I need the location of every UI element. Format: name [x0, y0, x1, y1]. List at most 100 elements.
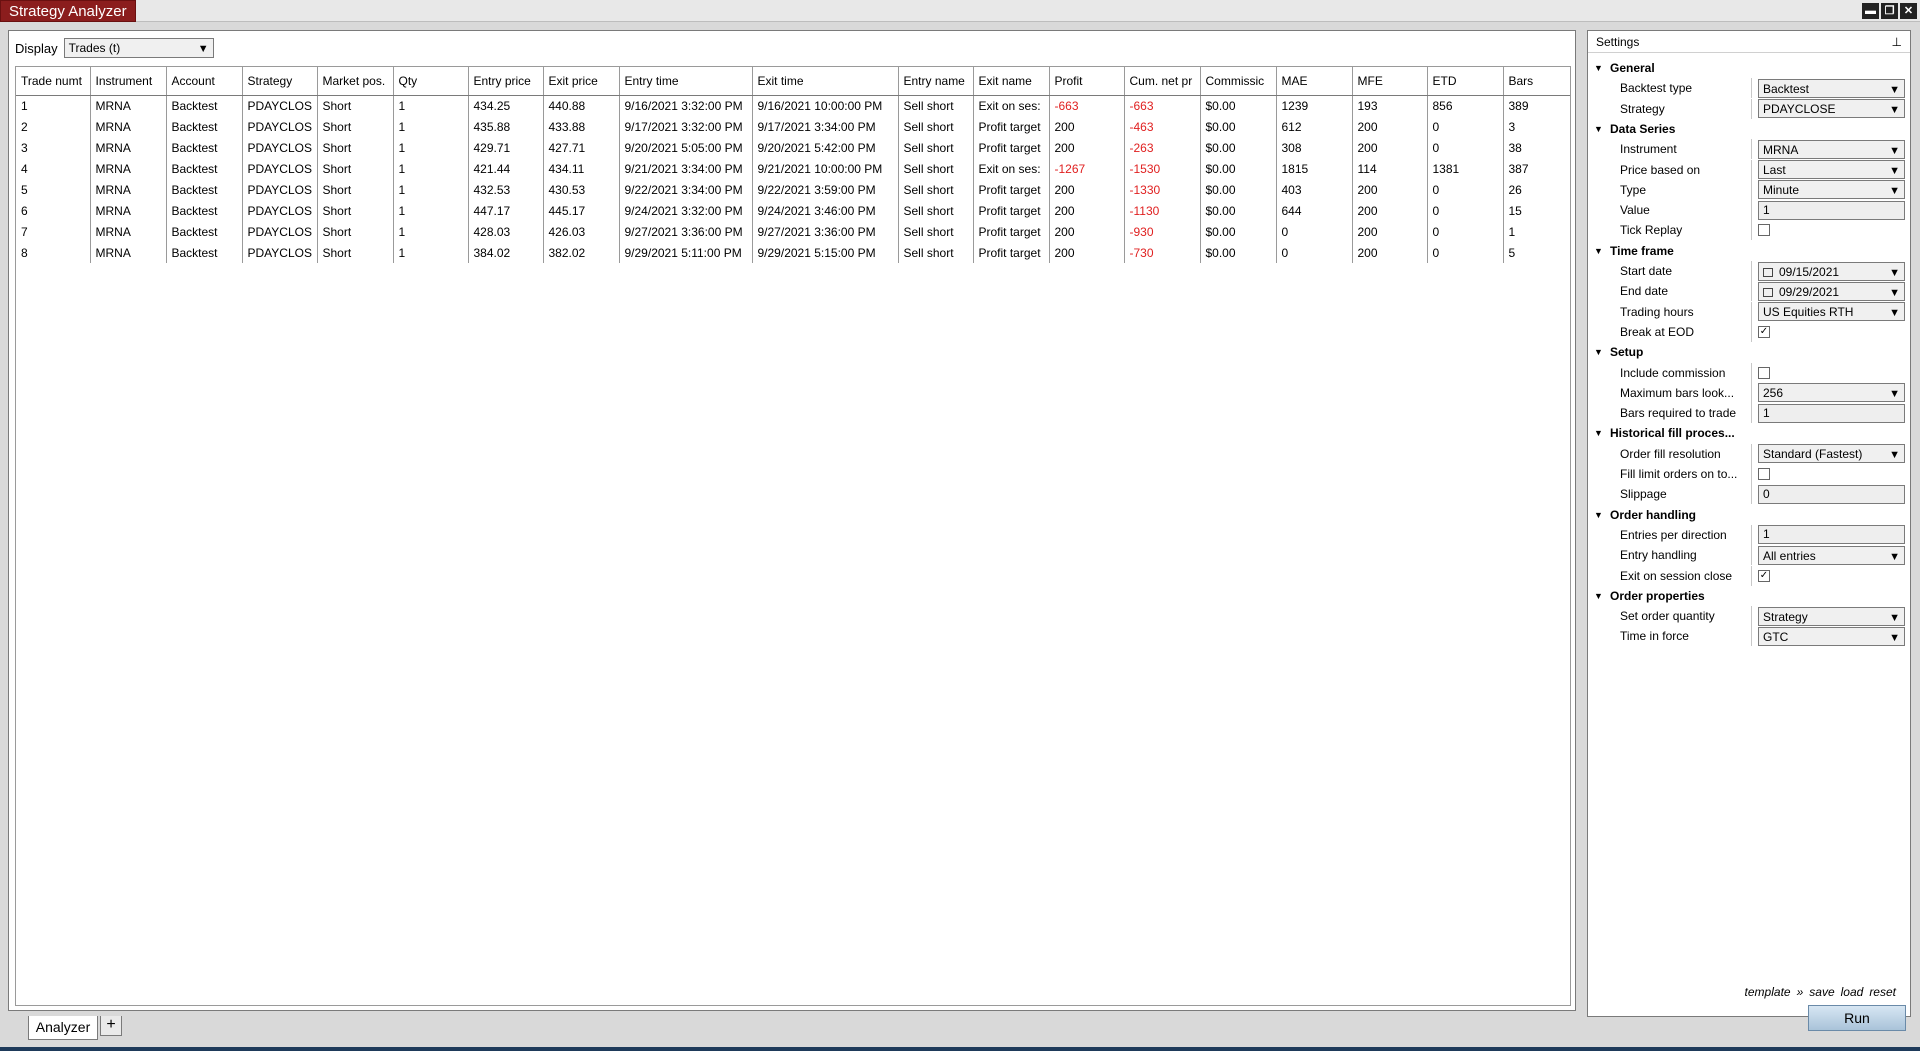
column-header[interactable]: Commissic [1200, 67, 1277, 96]
table-cell: 389 [1503, 95, 1570, 116]
column-header[interactable]: Exit name [973, 67, 1050, 96]
column-header[interactable]: Exit price [543, 67, 620, 96]
property-select[interactable]: Last ▼ [1758, 160, 1905, 179]
collapse-icon[interactable]: ▼ [1594, 246, 1610, 256]
table-row[interactable]: 7 MRNA Backtest PDAYCLOS Short 1 428.03 426.03 9… [16, 221, 1570, 242]
table-cell: 1381 [1427, 158, 1504, 179]
column-header[interactable]: Instrument [90, 67, 167, 96]
settings-section[interactable]: ▼ Order handling [1588, 505, 1910, 525]
reset-template-link[interactable]: reset [1869, 985, 1896, 999]
property-row: End date 09/29/2021 ▼ [1588, 281, 1910, 302]
table-row[interactable]: 8 MRNA Backtest PDAYCLOS Short 1 384.02 382.02 9… [16, 242, 1570, 263]
property-checkbox[interactable] [1758, 468, 1770, 480]
chevron-down-icon: ▼ [1889, 165, 1900, 177]
table-row[interactable]: 2 MRNA Backtest PDAYCLOS Short 1 435.88 433.88 9… [16, 116, 1570, 137]
column-header[interactable]: Market pos. [317, 67, 394, 96]
collapse-icon[interactable]: ▼ [1594, 124, 1610, 134]
pin-icon[interactable]: ⊥ [1892, 31, 1902, 53]
save-template-link[interactable]: save [1809, 985, 1834, 999]
run-button[interactable]: Run [1808, 1005, 1906, 1031]
load-template-link[interactable]: load [1841, 985, 1864, 999]
column-header[interactable]: Profit [1049, 67, 1125, 96]
collapse-icon[interactable]: ▼ [1594, 428, 1610, 438]
property-checkbox[interactable] [1758, 366, 1770, 379]
property-select[interactable]: Strategy ▼ [1758, 606, 1905, 626]
property-select[interactable]: PDAYCLOSE ▼ [1758, 99, 1905, 119]
collapse-icon[interactable]: ▼ [1594, 510, 1610, 520]
table-row[interactable]: 4 MRNA Backtest PDAYCLOS Short 1 421.44 434.11 9… [16, 158, 1570, 179]
column-header[interactable]: Account [166, 67, 243, 96]
property-value: Strategy [1763, 609, 1808, 624]
property-row: Entries per direction 1 [1588, 524, 1910, 545]
column-header[interactable]: Entry time [619, 67, 753, 96]
column-header[interactable]: Exit time [752, 67, 899, 96]
settings-section[interactable]: ▼ Time frame [1588, 241, 1910, 261]
close-icon[interactable]: ✕ [1900, 3, 1917, 19]
table-row[interactable]: 3 MRNA Backtest PDAYCLOS Short 1 429.71 427.71 9… [16, 137, 1570, 158]
column-header[interactable]: Bars [1503, 67, 1570, 96]
table-cell: 200 [1049, 242, 1125, 263]
table-row[interactable]: 5 MRNA Backtest PDAYCLOS Short 1 432.53 430.53 9… [16, 179, 1570, 200]
date-picker[interactable]: 09/29/2021 ▼ [1758, 281, 1905, 301]
property-select[interactable]: Minute ▼ [1758, 180, 1905, 200]
property-select[interactable]: Backtest ▼ [1758, 78, 1905, 98]
table-cell: PDAYCLOS [242, 179, 318, 200]
table-row[interactable]: 1 MRNA Backtest PDAYCLOS Short 1 434.25 440.88 9… [16, 95, 1570, 116]
property-select[interactable]: All entries ▼ [1758, 545, 1905, 565]
restore-icon[interactable]: ❐ [1881, 3, 1898, 19]
property-input[interactable]: 1 [1758, 525, 1905, 545]
column-header[interactable]: Strategy [242, 67, 318, 96]
settings-section[interactable]: ▼ Order properties [1588, 586, 1910, 606]
property-divider [1751, 220, 1752, 241]
settings-section[interactable]: ▼ Setup [1588, 342, 1910, 362]
property-select[interactable]: GTC ▼ [1758, 626, 1905, 646]
table-row[interactable]: 6 MRNA Backtest PDAYCLOS Short 1 447.17 445.17 9… [16, 200, 1570, 221]
settings-section[interactable]: ▼ Historical fill proces... [1588, 423, 1910, 443]
table-cell: -1530 [1124, 158, 1201, 179]
column-header[interactable]: Qty [393, 67, 469, 96]
property-divider [1751, 261, 1752, 281]
tab-analyzer[interactable]: Analyzer [28, 1016, 98, 1040]
column-header[interactable]: Trade numt [16, 67, 91, 96]
settings-section[interactable]: ▼ Data Series [1588, 119, 1910, 139]
property-select[interactable]: Standard (Fastest) ▼ [1758, 444, 1905, 464]
column-header[interactable]: Entry price [468, 67, 544, 96]
column-header[interactable]: Entry name [898, 67, 974, 96]
collapse-icon[interactable]: ▼ [1594, 591, 1610, 601]
add-tab-button[interactable]: + [100, 1016, 122, 1036]
date-picker[interactable]: 09/15/2021 ▼ [1758, 261, 1905, 281]
property-input[interactable]: 1 [1758, 403, 1905, 423]
table-cell: 200 [1352, 137, 1428, 158]
table-cell: MRNA [90, 95, 167, 116]
table-cell: MRNA [90, 200, 167, 221]
table-cell: 1 [393, 242, 469, 263]
title-bar: Strategy Analyzer ▬ ❐ ✕ [0, 0, 1920, 22]
property-input[interactable]: 0 [1758, 484, 1905, 504]
column-header[interactable]: MAE [1276, 67, 1353, 96]
property-select[interactable]: MRNA ▼ [1758, 139, 1905, 159]
column-header[interactable]: ETD [1427, 67, 1504, 96]
table-cell: 9/17/2021 3:34:00 PM [752, 116, 899, 137]
table-cell: Short [317, 221, 394, 242]
collapse-icon[interactable]: ▼ [1594, 63, 1610, 73]
table-cell: 0 [1427, 242, 1504, 263]
property-checkbox[interactable]: ✓ [1758, 325, 1770, 338]
property-divider [1751, 565, 1752, 586]
property-divider [1751, 301, 1752, 322]
property-checkbox[interactable]: ✓ [1758, 569, 1770, 582]
display-select[interactable]: Trades (t) ▼ [63, 38, 214, 58]
property-select[interactable]: 256 ▼ [1758, 383, 1905, 403]
table-cell: 445.17 [543, 200, 620, 221]
property-input[interactable]: 1 [1758, 200, 1905, 220]
minimize-icon[interactable]: ▬ [1862, 3, 1879, 19]
settings-section[interactable]: ▼ General [1588, 58, 1910, 78]
column-header[interactable]: MFE [1352, 67, 1428, 96]
property-checkbox[interactable] [1758, 224, 1770, 237]
chevron-down-icon: ▼ [1889, 550, 1900, 563]
property-select[interactable]: US Equities RTH ▼ [1758, 302, 1905, 322]
trades-grid[interactable]: Trade numt Instrument Account Strategy Marke… [15, 66, 1571, 1006]
property-label: Tick Replay [1620, 223, 1683, 238]
table-cell: 432.53 [468, 179, 544, 200]
collapse-icon[interactable]: ▼ [1594, 347, 1610, 357]
column-header[interactable]: Cum. net pr [1124, 67, 1201, 96]
